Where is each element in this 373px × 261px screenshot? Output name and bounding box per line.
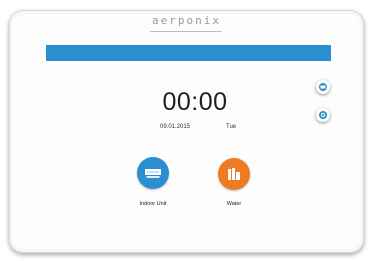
brand-underline xyxy=(150,31,222,32)
indoor-unit-button[interactable] xyxy=(137,157,169,189)
brand-logo: aerponix xyxy=(152,14,221,27)
water-tank-icon xyxy=(228,168,240,180)
mode-icon xyxy=(319,83,327,91)
clock-time: 00:00 xyxy=(162,88,228,116)
settings-button[interactable] xyxy=(316,108,330,122)
clock-day: Tue xyxy=(226,124,237,130)
water-label: Water xyxy=(226,201,242,207)
settings-icon xyxy=(319,111,327,119)
mode-button[interactable] xyxy=(316,80,330,94)
water-button[interactable] xyxy=(218,158,250,190)
indoor-unit-label: Indoor Unit xyxy=(139,201,167,207)
clock-date: 09.01.2015 xyxy=(160,124,191,130)
indoor-unit-icon xyxy=(145,169,161,178)
top-status-bar xyxy=(46,45,331,61)
